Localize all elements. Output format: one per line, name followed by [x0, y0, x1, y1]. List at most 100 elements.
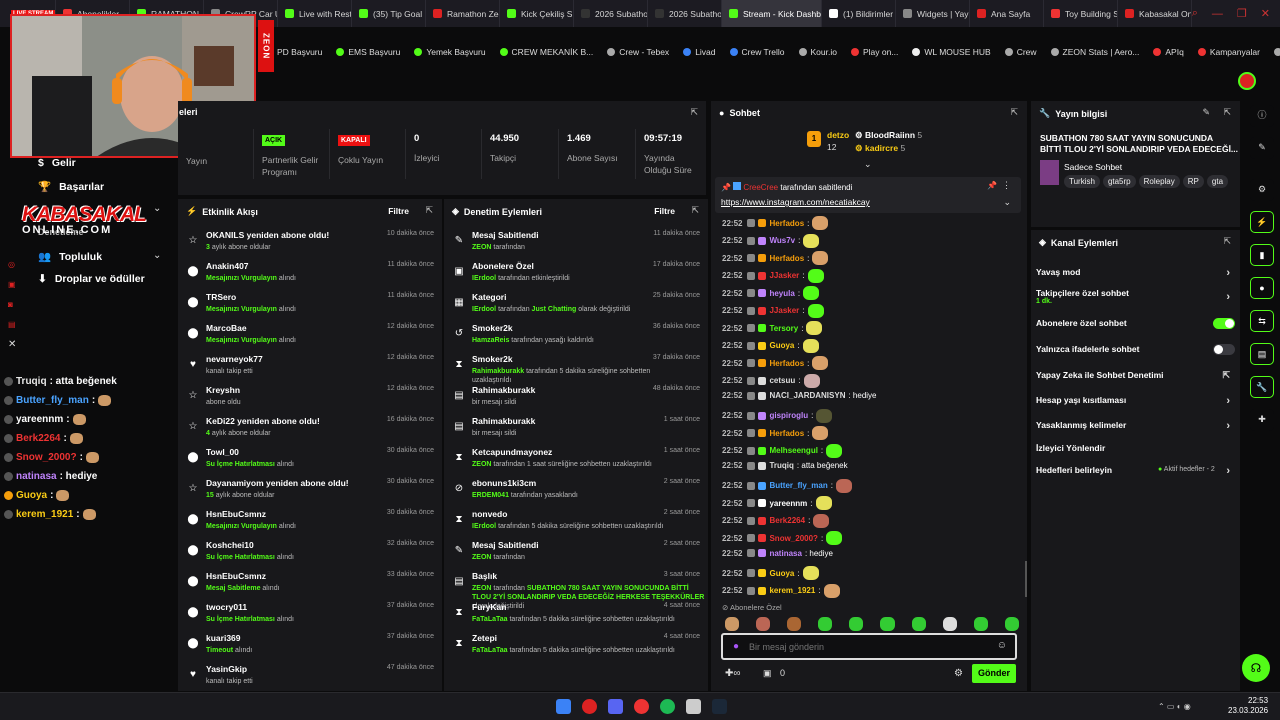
chat-username[interactable]: Herfados [769, 219, 804, 228]
account-age-setting[interactable]: Hesap yaşı kısıtlaması › [1036, 395, 1235, 407]
info-icon[interactable]: ⓘ [1250, 105, 1274, 127]
chat-message[interactable]: 22:52 Truqiq: atta beğenek [722, 461, 848, 470]
activity-row[interactable]: ⬤ Anakin407 Mesajınızı Vurgulayın alındı 11… [178, 259, 442, 290]
sidebar-item-gelir[interactable]: $ Gelir [38, 157, 76, 169]
chat-message[interactable]: 22:52 cetsuu: [722, 373, 820, 388]
chevron-down-icon[interactable]: ⌄ [1003, 197, 1011, 208]
raid-icon[interactable]: ⇆ [1250, 310, 1274, 332]
layout-icon[interactable]: ▤ [1250, 343, 1274, 365]
emote-only-toggle[interactable] [1213, 344, 1235, 355]
collapse-icon[interactable]: ⌄ [864, 159, 872, 170]
chat-username[interactable]: Wus7v [769, 236, 795, 245]
goals-setting[interactable]: Hedefleri belirleyin ● Aktif hedefler - 2… [1036, 465, 1235, 477]
bookmark-item[interactable]: Play on... [850, 47, 898, 57]
viewer-redirect-setting[interactable]: İzleyici Yönlendir [1036, 443, 1235, 453]
chat-message[interactable]: 22:52 Guoya: [722, 566, 819, 580]
activity-row[interactable]: ⬤ kuari369 Timeout alındı 37 dakika önce [178, 631, 442, 662]
scrollbar[interactable] [1025, 561, 1027, 597]
wrench-icon[interactable]: 🔧 [1250, 376, 1274, 398]
emote-icon[interactable] [942, 617, 957, 631]
chat-message[interactable]: 22:52 Herfados: [722, 356, 829, 370]
chat-message[interactable]: 22:52 yareennm: [722, 496, 832, 510]
chat-username[interactable]: Melhseengul [769, 446, 817, 455]
chat-username[interactable]: Herfados [769, 429, 804, 438]
steam-icon[interactable] [712, 699, 727, 714]
browser-tab[interactable]: (35) Tip Goal [352, 0, 426, 27]
chat-message[interactable]: 22:52 Herfados: [722, 251, 829, 265]
moderation-row[interactable]: ▤ Rahimakburakk bir mesajı sildi 1 saat önc… [444, 414, 708, 445]
bookmark-item[interactable]: APIq [1153, 47, 1184, 57]
browser-tab[interactable]: (1) Bildirimler [822, 0, 896, 27]
clock[interactable]: 22:53 23.03.2026 [1228, 696, 1268, 716]
subs-only-toggle[interactable] [1213, 318, 1235, 329]
expand-icon[interactable]: ⇱ [1223, 236, 1231, 247]
bookmark-item[interactable]: Streamer Panel [1273, 47, 1280, 57]
chat-message[interactable]: 22:52 Herfados: [722, 216, 829, 230]
browser-tab[interactable]: Ramathon Zeo [426, 0, 500, 27]
close-window-icon[interactable]: ✕ [1261, 7, 1270, 20]
expand-icon[interactable]: ⇱ [1010, 107, 1018, 118]
bookmark-item[interactable]: Crew Trello [729, 47, 785, 57]
chat-message[interactable]: 22:52 Wus7v: [722, 233, 820, 248]
browser-tab[interactable]: Ana Sayfa [970, 0, 1044, 27]
chat-icon[interactable]: ● [1250, 277, 1274, 299]
chat-username[interactable]: Truqiq [769, 461, 793, 470]
emote-icon[interactable] [725, 617, 740, 631]
settings-icon[interactable]: ⚙ [1250, 179, 1274, 201]
bookmark-item[interactable]: EMS Başvuru [336, 47, 400, 57]
chat-username[interactable]: cetsuu [769, 376, 795, 385]
activity-row[interactable]: ⬤ Koshchei10 Su İçme Hatırlatması alındı 32… [178, 538, 442, 569]
chat-username[interactable]: JJasker [769, 271, 799, 280]
browser-tab[interactable]: Kick Çekiliş Si [500, 0, 574, 27]
chat-username[interactable]: gispiroglu [769, 411, 808, 420]
chat-username[interactable]: natinasa [769, 549, 801, 558]
stream-tag[interactable]: gta5rp [1102, 175, 1136, 188]
chat-username[interactable]: Herfados [769, 359, 804, 368]
chat-username[interactable]: JJasker [769, 306, 799, 315]
emote-icon[interactable] [756, 617, 771, 631]
browser-tab[interactable]: Stream - Kick Dashboard [722, 0, 822, 27]
expand-icon[interactable]: ⇱ [425, 205, 433, 216]
start-icon[interactable] [556, 699, 571, 714]
top-gifter-name[interactable]: detzo [827, 130, 849, 140]
ai-moderation-setting[interactable]: Yapay Zeka ile Sohbet Denetimi ⇱ [1036, 370, 1235, 380]
moderation-row[interactable]: ▦ Kategori IErdool tarafından Just Chattin… [444, 290, 708, 321]
moderation-row[interactable]: ▤ Başlık ZEON tarafından SUBATHON 780 SAAT… [444, 569, 708, 610]
moderation-row[interactable]: ⊘ ebonuns1ki3cm ERDEM041 tarafından yasakl… [444, 476, 708, 507]
activity-row[interactable]: ☆ KeDi22 yeniden abone oldu! 4 aylık abone… [178, 414, 442, 445]
emote-icon[interactable] [818, 617, 833, 631]
chat-message[interactable]: 22:52 JJasker: [722, 268, 824, 283]
chat-message[interactable]: 22:52 Melhseengul: [722, 443, 843, 458]
emoji-icon[interactable]: ☺ [997, 640, 1007, 651]
chat-message[interactable]: 22:52 kerem_1921: [722, 583, 840, 598]
more-options-icon[interactable]: ⋮ [1002, 180, 1011, 191]
user-avatar[interactable] [1238, 72, 1256, 90]
chat-message[interactable]: 22:52 NACI_JARDANISYN: hediye [722, 391, 877, 400]
browser-tab[interactable]: Toy Building S [1044, 0, 1118, 27]
more-icon[interactable]: ✚ [1250, 409, 1274, 431]
chat-username[interactable]: Berk2264 [769, 516, 805, 525]
activity-row[interactable]: ⬤ twocry011 Su İçme Hatırlatması alındı 37 … [178, 600, 442, 631]
bookmark-item[interactable]: Crew - Tebex [607, 47, 669, 57]
sidebar-item-droplar[interactable]: ⬇ Droplar ve ödüller [38, 273, 145, 285]
chat-username[interactable]: Herfados [769, 254, 804, 263]
bookmark-item[interactable]: Crew [1004, 47, 1037, 57]
browser-tab[interactable]: Widgets | Yay [896, 0, 970, 27]
send-button[interactable]: Gönder [972, 664, 1016, 683]
chat-username[interactable]: kerem_1921 [769, 586, 815, 595]
category-name[interactable]: Sadece Sohbet [1064, 162, 1122, 172]
clip-icon[interactable]: ▮ [1250, 244, 1274, 266]
chat-message[interactable]: 22:52 JJasker: [722, 303, 824, 318]
activity-row[interactable]: ☆ OKANILS yeniden abone oldu! 3 aylık abon… [178, 228, 442, 259]
chat-username[interactable]: heyula [769, 289, 794, 298]
emote-icon[interactable] [880, 617, 895, 631]
moderation-row[interactable]: ▤ Rahimakburakk bir mesajı sildi 48 dakika … [444, 383, 708, 414]
moderation-row[interactable]: ✎ Mesaj Sabitlendi ZEON tarafından 11 dakik… [444, 228, 708, 259]
emote-icon[interactable] [911, 617, 926, 631]
third-gifter[interactable]: ⚙ kadircre 5 [855, 143, 905, 154]
emote-icon[interactable] [1004, 617, 1019, 631]
chat-username[interactable]: Guoya [769, 341, 794, 350]
bookmark-item[interactable]: WL MOUSE HUB [912, 47, 991, 57]
moderation-row[interactable]: ⧗ nonvedo IErdool tarafından 5 dakika süre… [444, 507, 708, 538]
browser-tab[interactable]: 2026 Subathon [648, 0, 722, 27]
